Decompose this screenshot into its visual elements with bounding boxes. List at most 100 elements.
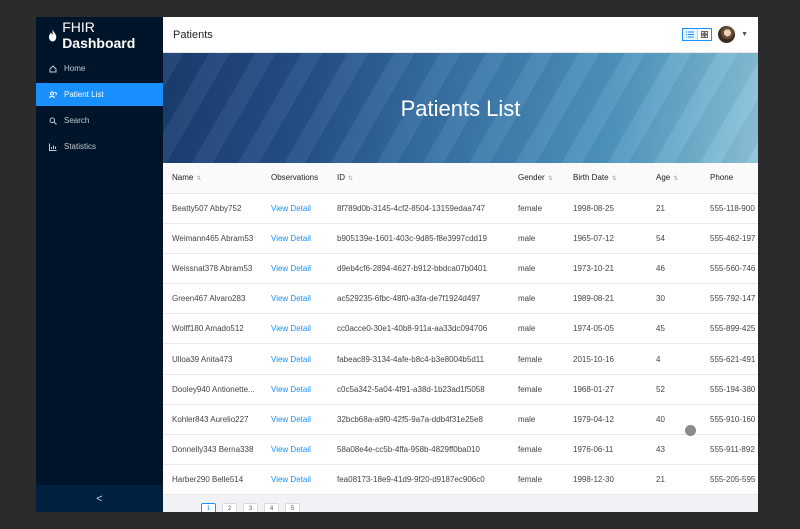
cell-gender: male (509, 404, 564, 436)
column-header-label: ID (337, 173, 345, 183)
cell-gender: female (509, 464, 564, 496)
sidebar-item-label: Home (64, 64, 86, 73)
cell-birth-date: 1965-07-12 (564, 223, 647, 254)
table-row: Donnelly343 Berna338 View Detail 58a08e4e-… (163, 434, 758, 466)
cell-gender: female (509, 193, 564, 224)
cell-birth-date: 1979-04-12 (564, 404, 647, 436)
cell-birth-date: 1998-12-30 (564, 464, 647, 496)
collapse-sidebar-button[interactable]: < (36, 485, 163, 512)
table-row: Ulloa39 Anita473 View Detail fabeac89-3134… (163, 343, 758, 375)
sidebar-item-statistics[interactable]: Statistics (36, 135, 163, 158)
table-row: Beatty507 Abby752 View Detail 8f789d0b-314… (163, 193, 758, 224)
cell-observations[interactable]: View Detail (262, 434, 328, 466)
column-header-name[interactable]: Name ⇅ (163, 163, 262, 194)
cell-phone: 555-194-380 (701, 374, 758, 405)
mouse-cursor (685, 425, 696, 436)
team-icon (49, 91, 57, 98)
cell-phone: 555-911-892 (701, 434, 758, 466)
home-icon (49, 64, 57, 72)
table-row: Weimann465 Abram53 View Detail b905139e-16… (163, 223, 758, 254)
cell-observations[interactable]: View Detail (262, 253, 328, 285)
table-row: Weissnat378 Abram53 View Detail d9eb4cf6-2… (163, 253, 758, 285)
list-icon (686, 31, 695, 38)
cell-id: c0c5a342-5a04-4f91-a38d-1b23ad1f5058 (328, 374, 509, 405)
grid-view-button[interactable] (697, 29, 711, 40)
cell-observations[interactable]: View Detail (262, 283, 328, 315)
page-header: Patients ▼ (163, 17, 758, 53)
cell-id: fea08173-18e9-41d9-9f20-d9187ec906c0 (328, 464, 509, 496)
column-header-id[interactable]: ID ⇅ (328, 163, 509, 194)
cell-age: 30 (647, 283, 701, 315)
sidebar: FHIR Dashboard Home Patient List Search Sta… (36, 17, 163, 512)
page-button[interactable]: 3 (243, 503, 258, 512)
banner-title: Patients List (400, 96, 521, 121)
sort-icon[interactable]: ⇅ (196, 176, 201, 182)
cell-phone: 555-899-425 (701, 313, 758, 345)
cell-birth-date: 1968-01-27 (564, 374, 647, 405)
cell-age: 43 (647, 434, 701, 466)
column-header-label: Observations (271, 173, 319, 183)
view-toggle (682, 28, 713, 41)
page-button[interactable]: 2 (222, 503, 237, 512)
app-logo[interactable]: FHIR Dashboard (36, 17, 163, 53)
cell-observations[interactable]: View Detail (262, 374, 328, 405)
cell-gender: female (509, 343, 564, 375)
brand-name: Dashboard (62, 35, 136, 51)
sort-icon[interactable]: ⇅ (673, 176, 678, 182)
page-button[interactable]: 1 (201, 503, 216, 512)
cell-phone: 555-621-491 (701, 343, 758, 375)
cell-age: 4 (647, 343, 701, 375)
cell-id: 32bcb68a-a9f0-42f5-9a7a-ddb4f31e25e8 (328, 404, 509, 436)
cell-age: 21 (647, 464, 701, 496)
cell-phone: 555-910-160 (701, 404, 758, 436)
sidebar-item-home[interactable]: Home (36, 57, 163, 80)
cell-name: Wolff180 Amado512 (163, 313, 262, 345)
sort-icon[interactable]: ⇅ (548, 176, 553, 182)
cell-observations[interactable]: View Detail (262, 313, 328, 345)
table-row: Wolff180 Amado512 View Detail cc0acce0-30e… (163, 313, 758, 345)
cell-name: Ulloa39 Anita473 (163, 343, 262, 375)
cell-age: 21 (647, 193, 701, 224)
cell-id: b905139e-1601-403c-9d85-f8e3997cdd19 (328, 223, 509, 254)
cell-name: Harber290 Belle514 (163, 464, 262, 496)
cell-phone: 555-792-147 (701, 283, 758, 315)
cell-name: Beatty507 Abby752 (163, 193, 262, 224)
cell-name: Weissnat378 Abram53 (163, 253, 262, 285)
cell-observations[interactable]: View Detail (262, 223, 328, 254)
cell-birth-date: 2015-10-16 (564, 343, 647, 375)
column-header-label: Gender (518, 173, 545, 183)
sidebar-item-search[interactable]: Search (36, 109, 163, 132)
column-header-age[interactable]: Age ⇅ (647, 163, 701, 194)
page-title: Patients (173, 28, 213, 41)
caret-down-icon[interactable]: ▼ (741, 31, 748, 38)
page-button[interactable]: 5 (285, 503, 300, 512)
cell-observations[interactable]: View Detail (262, 343, 328, 375)
page-button[interactable]: 4 (264, 503, 279, 512)
column-header-label: Name (172, 173, 194, 183)
cell-id: fabeac89-3134-4afe-b8c4-b3e8004b5d11 (328, 343, 509, 375)
cell-observations[interactable]: View Detail (262, 464, 328, 496)
cell-observations[interactable]: View Detail (262, 404, 328, 436)
brand-prefix: FHIR (62, 19, 95, 35)
column-header-phone: Phone (701, 163, 758, 194)
cell-birth-date: 1973-10-21 (564, 253, 647, 285)
cell-birth-date: 1998-08-25 (564, 193, 647, 224)
cell-age: 52 (647, 374, 701, 405)
cell-birth-date: 1989-08-21 (564, 283, 647, 315)
sort-icon[interactable]: ⇅ (612, 176, 617, 182)
user-avatar[interactable] (718, 26, 736, 43)
chevron-left-icon: < (96, 492, 103, 505)
table-row: Dooley940 Antionette... View Detail c0c5a3… (163, 374, 758, 405)
column-header-gender[interactable]: Gender ⇅ (509, 163, 564, 194)
cell-gender: female (509, 434, 564, 466)
table-header-row: Name ⇅ Observations ID ⇅ Gender ⇅ Birth Date ⇅ Ag… (163, 163, 758, 194)
table-row: Harber290 Belle514 View Detail fea08173-18… (163, 464, 758, 496)
list-view-button[interactable] (683, 29, 698, 40)
sort-icon[interactable]: ⇅ (348, 176, 353, 182)
cell-observations[interactable]: View Detail (262, 193, 328, 224)
cell-gender: male (509, 253, 564, 285)
column-header-birth-date[interactable]: Birth Date ⇅ (564, 163, 647, 194)
table-row: Kohler843 Aurelio227 View Detail 32bcb68a-… (163, 404, 758, 436)
sidebar-item-patient-list[interactable]: Patient List (36, 83, 163, 106)
column-header-label: Phone (710, 173, 734, 183)
